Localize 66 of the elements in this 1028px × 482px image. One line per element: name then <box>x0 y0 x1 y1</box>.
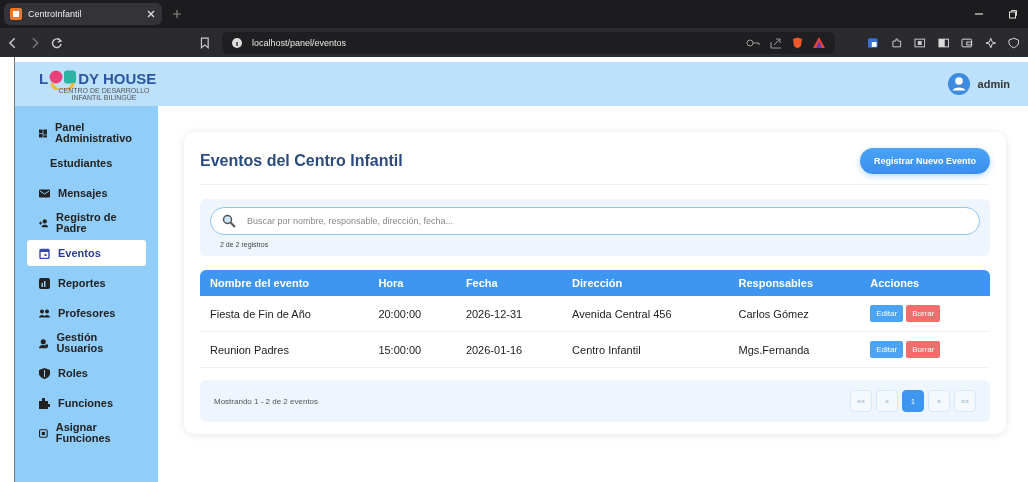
url-text: localhost/panel/eventos <box>252 37 347 48</box>
table-cell: 20:00:00 <box>368 296 456 332</box>
logo-letter: L <box>39 70 49 87</box>
column-header: Responsables <box>728 270 861 296</box>
address-bar[interactable]: localhost/panel/eventos <box>222 31 836 54</box>
table-cell: Mgs.Fernanda <box>728 331 861 368</box>
sidebar-item[interactable]: Roles <box>27 360 146 386</box>
sidebar-icon[interactable] <box>937 36 950 49</box>
users-icon <box>39 307 50 319</box>
table-cell: Avenida Central 456 <box>562 296 729 332</box>
bookmark-icon[interactable] <box>200 36 211 49</box>
sidebar-item[interactable]: Eventos <box>27 240 146 266</box>
shield-icon[interactable] <box>792 36 804 49</box>
key-icon[interactable] <box>746 37 761 48</box>
sidebar-item[interactable]: Mensajes <box>27 180 146 206</box>
grid-icon <box>39 127 47 139</box>
calendar-icon <box>39 247 50 259</box>
sparkle-icon[interactable] <box>984 36 997 49</box>
browser-tab[interactable]: CentroInfantil <box>4 3 162 25</box>
chart-icon <box>39 277 50 289</box>
user-name[interactable]: admin <box>977 78 1010 90</box>
table-cell: Carlos Gómez <box>728 296 861 332</box>
tab-title: CentroInfantil <box>28 9 83 19</box>
column-header: Hora <box>368 270 456 296</box>
results-summary: Mostrando 1 - 2 de 2 eventos <box>214 396 319 406</box>
sidebar-item[interactable]: Funciones <box>27 390 146 416</box>
wallet-icon[interactable] <box>961 36 973 49</box>
table-cell: Centro Infantil <box>562 331 729 368</box>
column-header: Fecha <box>455 270 563 296</box>
column-header: Acciones <box>860 270 990 296</box>
extension-icon[interactable] <box>867 36 879 49</box>
user-avatar-icon[interactable] <box>947 73 970 95</box>
screenshot-icon[interactable] <box>914 36 926 49</box>
favicon-icon <box>10 8 22 20</box>
restore-icon[interactable] <box>1008 9 1018 19</box>
sidebar-item[interactable]: Profesores <box>27 300 146 326</box>
table-cell: 15:00:00 <box>368 331 456 368</box>
square-icon <box>39 427 48 439</box>
info-icon <box>232 37 243 48</box>
table-cell: Reunion Padres <box>200 331 369 368</box>
sidebar-item[interactable]: Gestión Usuarios <box>27 330 146 356</box>
plus-icon[interactable] <box>172 9 182 19</box>
shield-icon[interactable] <box>1008 36 1020 49</box>
share-icon[interactable] <box>770 36 783 49</box>
shield-icon <box>39 367 50 379</box>
add-user-icon <box>39 217 49 229</box>
sidebar-item[interactable]: Asignar Funciones <box>27 420 146 446</box>
column-header: Dirección <box>562 270 729 296</box>
envelope-icon <box>39 187 50 199</box>
logo-title: DY HOUSE <box>78 70 157 87</box>
user-icon <box>39 337 49 349</box>
page-title: Eventos del Centro Infantil <box>200 152 403 170</box>
close-icon[interactable] <box>146 9 156 19</box>
table-cell: 2026-12-31 <box>455 296 563 332</box>
search-field[interactable]: Buscar por nombre, responsable, dirección, fecha... <box>210 207 980 235</box>
sidebar-item[interactable]: Panel Administrativo <box>27 120 146 146</box>
triangle-icon[interactable] <box>813 37 826 48</box>
table-cell: Fiesta de Fin de Año <box>200 296 369 332</box>
back-icon[interactable] <box>8 36 18 49</box>
search-icon <box>222 214 236 228</box>
sidebar-item[interactable]: Registro de Padre <box>27 210 146 236</box>
sidebar-item[interactable]: Estudiantes <box>27 150 146 176</box>
table-cell: 2026-01-16 <box>455 331 563 368</box>
sidebar-item[interactable]: Reportes <box>27 270 146 296</box>
reload-icon[interactable] <box>51 36 63 49</box>
column-header: Nombre del evento <box>200 270 369 296</box>
